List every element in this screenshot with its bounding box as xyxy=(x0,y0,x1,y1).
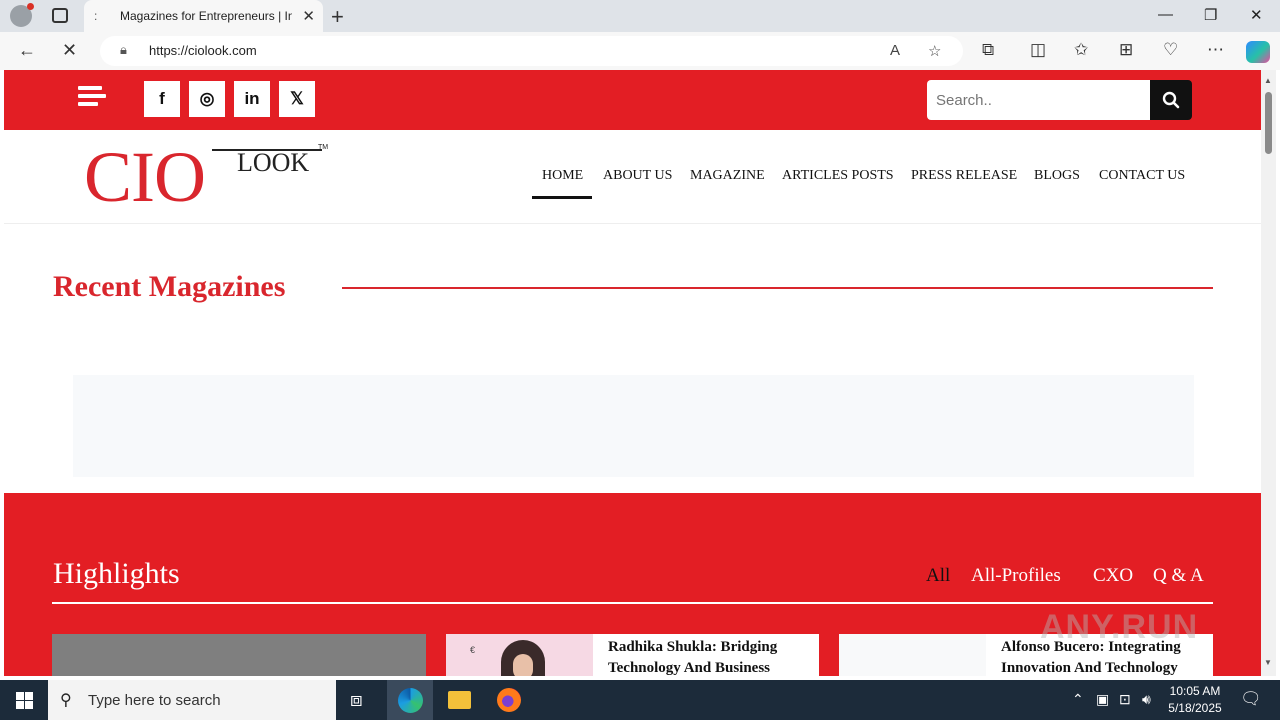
split-screen-icon[interactable]: ◫ xyxy=(1030,40,1046,60)
favorite-star-icon[interactable]: ☆ xyxy=(928,42,941,60)
site-search-input[interactable] xyxy=(927,80,1150,120)
browser-tab-bar: : Magazines for Entrepreneurs | Int ✕ + … xyxy=(0,0,1280,32)
page-scrollbar[interactable]: ▲ ▼ xyxy=(1261,70,1276,676)
hamburger-menu-icon[interactable] xyxy=(78,86,106,112)
system-clock[interactable]: 10:05 AM 5/18/2025 xyxy=(1165,683,1225,717)
minimize-button[interactable]: — xyxy=(1158,6,1173,23)
browser-tab[interactable]: : Magazines for Entrepreneurs | Int ✕ xyxy=(84,0,323,32)
taskbar-search-box[interactable]: ⚲ Type here to search xyxy=(48,680,336,720)
nav-about-us[interactable]: ABOUT US xyxy=(603,168,672,184)
highlights-section: Highlights All All-Profiles CXO Q & A € … xyxy=(4,493,1261,676)
firefox-icon[interactable] xyxy=(497,688,521,712)
stop-loading-icon[interactable]: ✕ xyxy=(62,40,77,61)
scroll-thumb[interactable] xyxy=(1265,92,1272,154)
linkedin-icon[interactable]: in xyxy=(234,81,270,117)
collections-icon[interactable]: ⊞ xyxy=(1119,40,1133,60)
network-icon[interactable]: ⊡ xyxy=(1119,691,1131,708)
scroll-down-icon[interactable]: ▼ xyxy=(1264,658,1272,667)
filter-all[interactable]: All xyxy=(926,565,950,587)
filter-all-profiles[interactable]: All-Profiles xyxy=(971,565,1061,587)
notifications-icon[interactable]: 🗨︎ xyxy=(1240,689,1262,709)
recent-magazines-rule xyxy=(342,287,1213,289)
volume-icon[interactable]: 🔊︎ xyxy=(1142,691,1151,708)
site-top-bar: f ◎ in 𝕏 xyxy=(4,70,1261,130)
logo-trademark: TM xyxy=(318,144,329,151)
scroll-up-icon[interactable]: ▲ xyxy=(1264,76,1272,85)
new-tab-button[interactable]: + xyxy=(331,4,344,30)
back-arrow-icon[interactable]: ← xyxy=(18,40,36,61)
tab-actions-icon[interactable] xyxy=(52,8,68,23)
taskbar-search-placeholder: Type here to search xyxy=(88,692,221,709)
file-explorer-icon[interactable] xyxy=(448,691,471,709)
highlight-card-featured[interactable] xyxy=(52,634,426,676)
recent-magazines-title: Recent Magazines xyxy=(53,270,286,303)
url-text[interactable]: https://ciolook.com xyxy=(149,43,257,58)
more-menu-icon[interactable]: ⋯ xyxy=(1207,40,1224,60)
close-window-button[interactable]: ✕ xyxy=(1250,6,1263,24)
windows-start-icon[interactable] xyxy=(16,692,33,709)
favorites-icon[interactable]: ✩ xyxy=(1074,40,1088,60)
card-thumbnail: € xyxy=(446,634,593,676)
magazine-carousel-placeholder xyxy=(73,375,1194,477)
restore-button[interactable]: ❐ xyxy=(1204,6,1217,24)
windows-taskbar: ⚲ Type here to search ⧈ ⌃ ▣ ⊡ 🔊︎ 10:05 A… xyxy=(0,680,1280,720)
anyrun-watermark: ANY.RUN xyxy=(1040,608,1199,646)
nav-contact-us[interactable]: CONTACT US xyxy=(1099,168,1185,184)
search-icon xyxy=(1162,91,1180,109)
search-icon: ⚲ xyxy=(60,692,72,709)
nav-articles-posts[interactable]: ARTICLES POSTS xyxy=(782,168,894,184)
show-hidden-icons-icon[interactable]: ⌃ xyxy=(1072,691,1084,708)
copilot-icon[interactable] xyxy=(1246,41,1270,63)
x-twitter-icon[interactable]: 𝕏 xyxy=(279,81,315,117)
extensions-icon[interactable]: ⧉ xyxy=(982,40,994,60)
highlight-card[interactable]: € Radhika Shukla: Bridging Technology An… xyxy=(446,634,819,676)
filter-q-and-a[interactable]: Q & A xyxy=(1153,565,1204,587)
tab-close-button[interactable]: ✕ xyxy=(302,7,315,25)
profile-icon[interactable] xyxy=(10,3,34,27)
task-view-icon[interactable]: ⧈ xyxy=(350,689,363,712)
card-thumbnail xyxy=(839,634,986,676)
logo-look-text: LOOK xyxy=(237,148,310,177)
nav-press-release[interactable]: PRESS RELEASE xyxy=(911,168,1017,184)
nav-home[interactable]: HOME xyxy=(542,168,583,184)
highlights-title: Highlights xyxy=(53,557,180,590)
filter-cxo[interactable]: CXO xyxy=(1093,565,1133,587)
site-search-button[interactable] xyxy=(1150,80,1192,120)
active-nav-indicator xyxy=(532,196,592,199)
header-divider xyxy=(4,223,1261,224)
tab-title: Magazines for Entrepreneurs | Int xyxy=(120,9,292,23)
facebook-icon[interactable]: f xyxy=(144,81,180,117)
address-bar[interactable]: 🔒︎ https://ciolook.com A ☆ xyxy=(100,36,963,66)
browser-essentials-icon[interactable]: ♡ xyxy=(1163,40,1178,60)
instagram-icon[interactable]: ◎ xyxy=(189,81,225,117)
web-page: f ◎ in 𝕏 CIO LOOK TM HOME ABOUT US MAGAZ… xyxy=(4,70,1261,676)
read-aloud-icon[interactable]: A xyxy=(890,42,900,59)
card-title[interactable]: Radhika Shukla: Bridging Technology And … xyxy=(608,637,813,676)
logo-cio-text: CIO xyxy=(84,137,206,217)
portrait-image xyxy=(501,640,545,676)
tab-favicon-icon: : xyxy=(94,9,98,23)
browser-toolbar: ← ✕ 🔒︎ https://ciolook.com A ☆ ⧉ ◫ ✩ ⊞ ♡… xyxy=(0,32,1280,70)
highlights-rule xyxy=(52,602,1213,604)
ciolook-logo[interactable]: CIO LOOK TM xyxy=(84,137,329,217)
meet-now-icon[interactable]: ▣ xyxy=(1096,691,1109,708)
nav-magazine[interactable]: MAGAZINE xyxy=(690,168,765,184)
edge-browser-icon[interactable] xyxy=(398,688,423,713)
clock-date: 5/18/2025 xyxy=(1168,701,1222,715)
lock-icon[interactable]: 🔒︎ xyxy=(120,42,127,58)
clock-time: 10:05 AM xyxy=(1169,684,1221,698)
cover-logo-icon: € xyxy=(470,645,476,655)
nav-blogs[interactable]: BLOGS xyxy=(1034,168,1080,184)
